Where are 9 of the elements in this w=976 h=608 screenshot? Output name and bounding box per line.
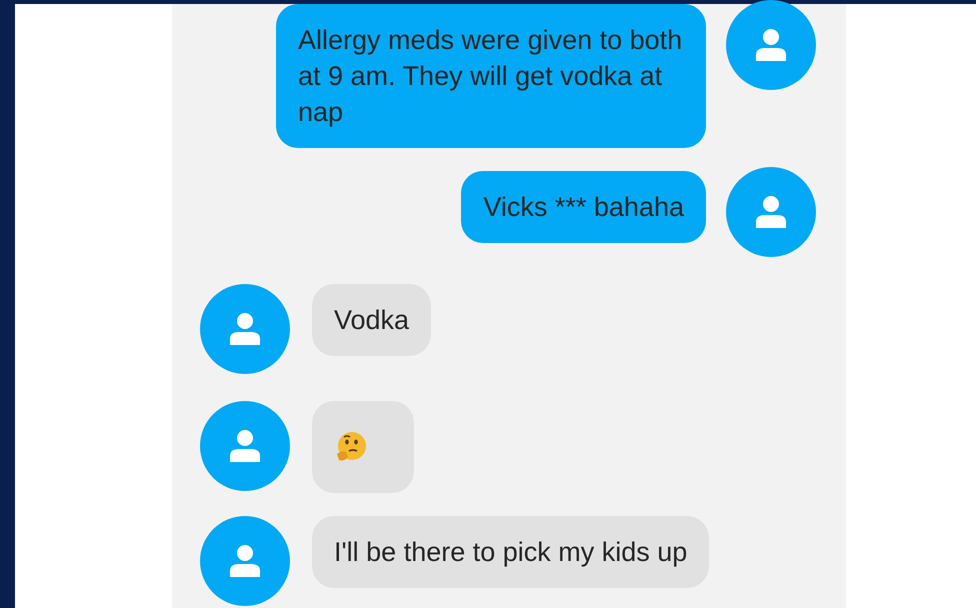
message-bubble: Vicks *** bahaha (461, 171, 706, 243)
message-bubble: Vodka (312, 284, 432, 356)
person-icon (227, 543, 263, 579)
person-icon (753, 194, 789, 230)
message-bubble: Allergy meds were given to both at 9 am. They will get vodka at nap (276, 4, 706, 148)
message-bubble: I'll be there to pick my kids up (312, 516, 710, 588)
person-icon (227, 428, 263, 464)
person-icon (753, 27, 789, 63)
person-icon (227, 311, 263, 347)
